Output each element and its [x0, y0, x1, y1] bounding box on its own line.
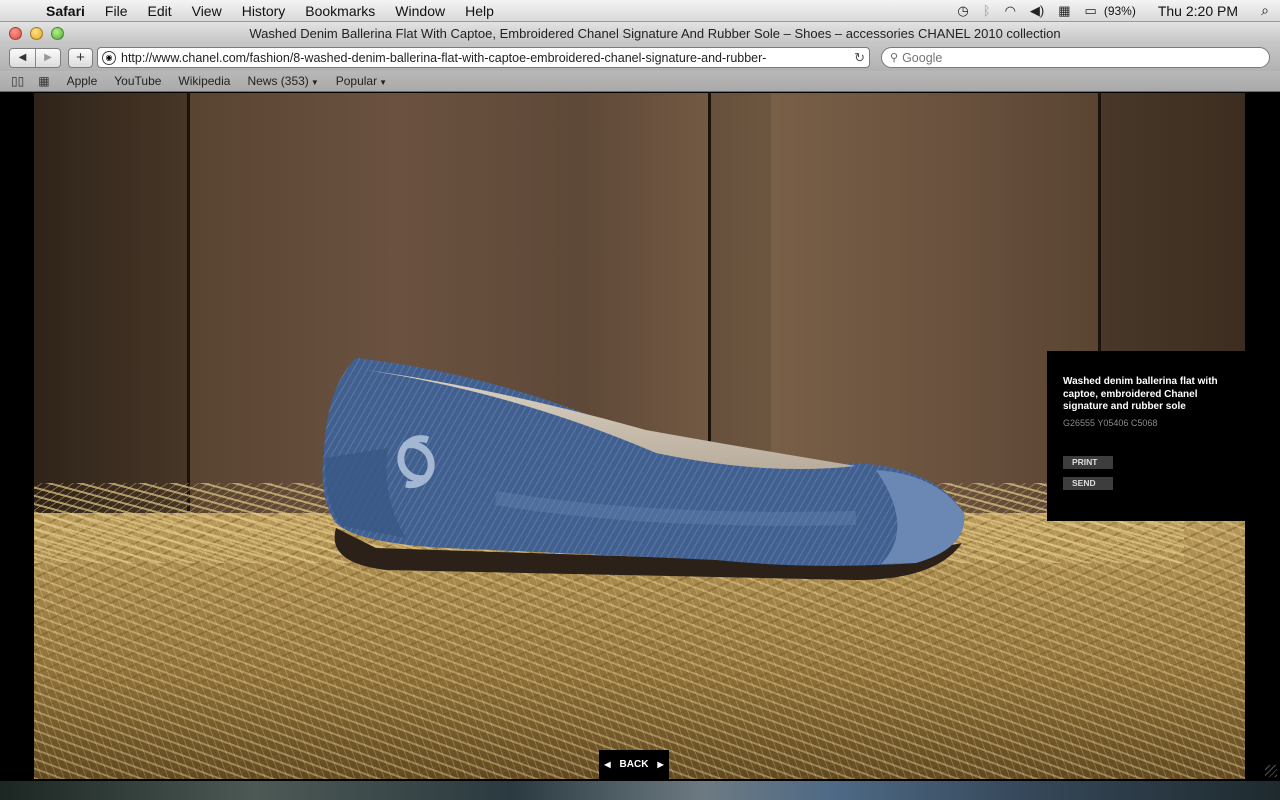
bookmark-news-label: News (353) [247, 74, 309, 88]
reload-icon[interactable]: ↻ [854, 50, 865, 66]
battery-percent[interactable]: (93%) [1104, 4, 1146, 18]
add-bookmark-button[interactable]: + [68, 47, 93, 68]
window-controls [9, 26, 64, 40]
volume-icon[interactable]: ◀) [1023, 0, 1051, 22]
time-machine-icon[interactable]: ◷ [950, 0, 975, 22]
menu-file[interactable]: File [95, 0, 138, 22]
zoom-window-icon[interactable] [51, 26, 64, 40]
back-navigation[interactable]: ◀ BACK ▶ [599, 750, 669, 779]
menu-extras: ◷ ᛒ ◠ ◀) ▦ ▭ (93%) Thu 2:20 PM ⌕ [950, 0, 1280, 22]
menu-clock[interactable]: Thu 2:20 PM [1146, 3, 1250, 19]
wood-plank [34, 93, 189, 543]
menu-view[interactable]: View [182, 0, 232, 22]
bookmark-popular[interactable]: Popular ▼ [336, 74, 387, 88]
bookmarks-book-icon[interactable]: ▯▯ [11, 74, 24, 88]
menu-edit[interactable]: Edit [137, 0, 181, 22]
denim-ballerina-flat-image [322, 358, 965, 580]
browser-toolbar: ◀ ▶ + ◉ http://www.chanel.com/fashion/8-… [0, 44, 1280, 71]
print-button[interactable]: PRINT [1063, 455, 1113, 469]
product-name: Washed denim ballerina flat with captoe,… [1063, 376, 1218, 412]
product-info-panel: Washed denim ballerina flat with captoe,… [1047, 351, 1246, 521]
battery-icon[interactable]: ▭ [1078, 0, 1104, 22]
nav-buttons: ◀ ▶ [9, 47, 61, 68]
menu-app-safari[interactable]: Safari [42, 0, 95, 22]
menu-history[interactable]: History [232, 0, 296, 22]
send-button[interactable]: SEND [1063, 476, 1113, 490]
bookmarks-bar: ▯▯ ▦ Apple YouTube Wikipedia News (353) ▼… [0, 71, 1280, 92]
wifi-icon[interactable]: ◠ [998, 0, 1023, 22]
window-title-bar: Washed Denim Ballerina Flat With Captoe,… [0, 22, 1280, 44]
wood-plank-seam [187, 93, 190, 543]
menu-help[interactable]: Help [455, 0, 504, 22]
bookmark-youtube[interactable]: YouTube [114, 74, 161, 88]
input-flag-icon[interactable]: ▦ [1051, 0, 1077, 22]
chevron-down-icon: ▼ [379, 78, 388, 87]
address-bar[interactable]: ◉ http://www.chanel.com/fashion/8-washed… [97, 47, 870, 68]
menu-bar: Safari File Edit View History Bookmarks … [0, 0, 1280, 22]
search-input[interactable] [902, 50, 1243, 65]
bookmark-news[interactable]: News (353) ▼ [247, 74, 318, 88]
window-resize-grip-icon[interactable] [1265, 765, 1277, 777]
search-bar[interactable]: ⚲ [881, 47, 1270, 68]
menu-window[interactable]: Window [385, 0, 455, 22]
back-arrow-icon[interactable]: ◀ [10, 48, 35, 67]
chevron-down-icon: ▼ [310, 78, 319, 87]
window-title: Washed Denim Ballerina Flat With Captoe,… [249, 25, 1061, 41]
web-page: Washed denim ballerina flat with captoe,… [0, 93, 1280, 800]
forward-arrow-icon[interactable]: ▶ [35, 48, 60, 67]
close-window-icon[interactable] [9, 26, 22, 40]
back-button-label[interactable]: BACK [620, 759, 649, 770]
top-sites-grid-icon[interactable]: ▦ [38, 74, 49, 88]
product-reference-code: G26555 Y05406 C5068 [1063, 417, 1158, 428]
desktop-background-strip [0, 781, 1280, 800]
site-favicon-icon: ◉ [102, 50, 116, 65]
bookmark-apple[interactable]: Apple [67, 74, 98, 88]
menu-bookmarks[interactable]: Bookmarks [295, 0, 385, 22]
bluetooth-icon[interactable]: ᛒ [976, 0, 998, 22]
next-arrow-icon[interactable]: ▶ [657, 760, 663, 769]
search-icon: ⚲ [890, 52, 899, 64]
minimize-window-icon[interactable] [30, 26, 43, 40]
bookmark-popular-label: Popular [335, 74, 378, 88]
previous-arrow-icon[interactable]: ◀ [604, 760, 610, 769]
bookmark-wikipedia[interactable]: Wikipedia [178, 74, 230, 88]
url-text[interactable]: http://www.chanel.com/fashion/8-washed-d… [121, 51, 850, 65]
spotlight-search-icon[interactable]: ⌕ [1250, 2, 1280, 19]
